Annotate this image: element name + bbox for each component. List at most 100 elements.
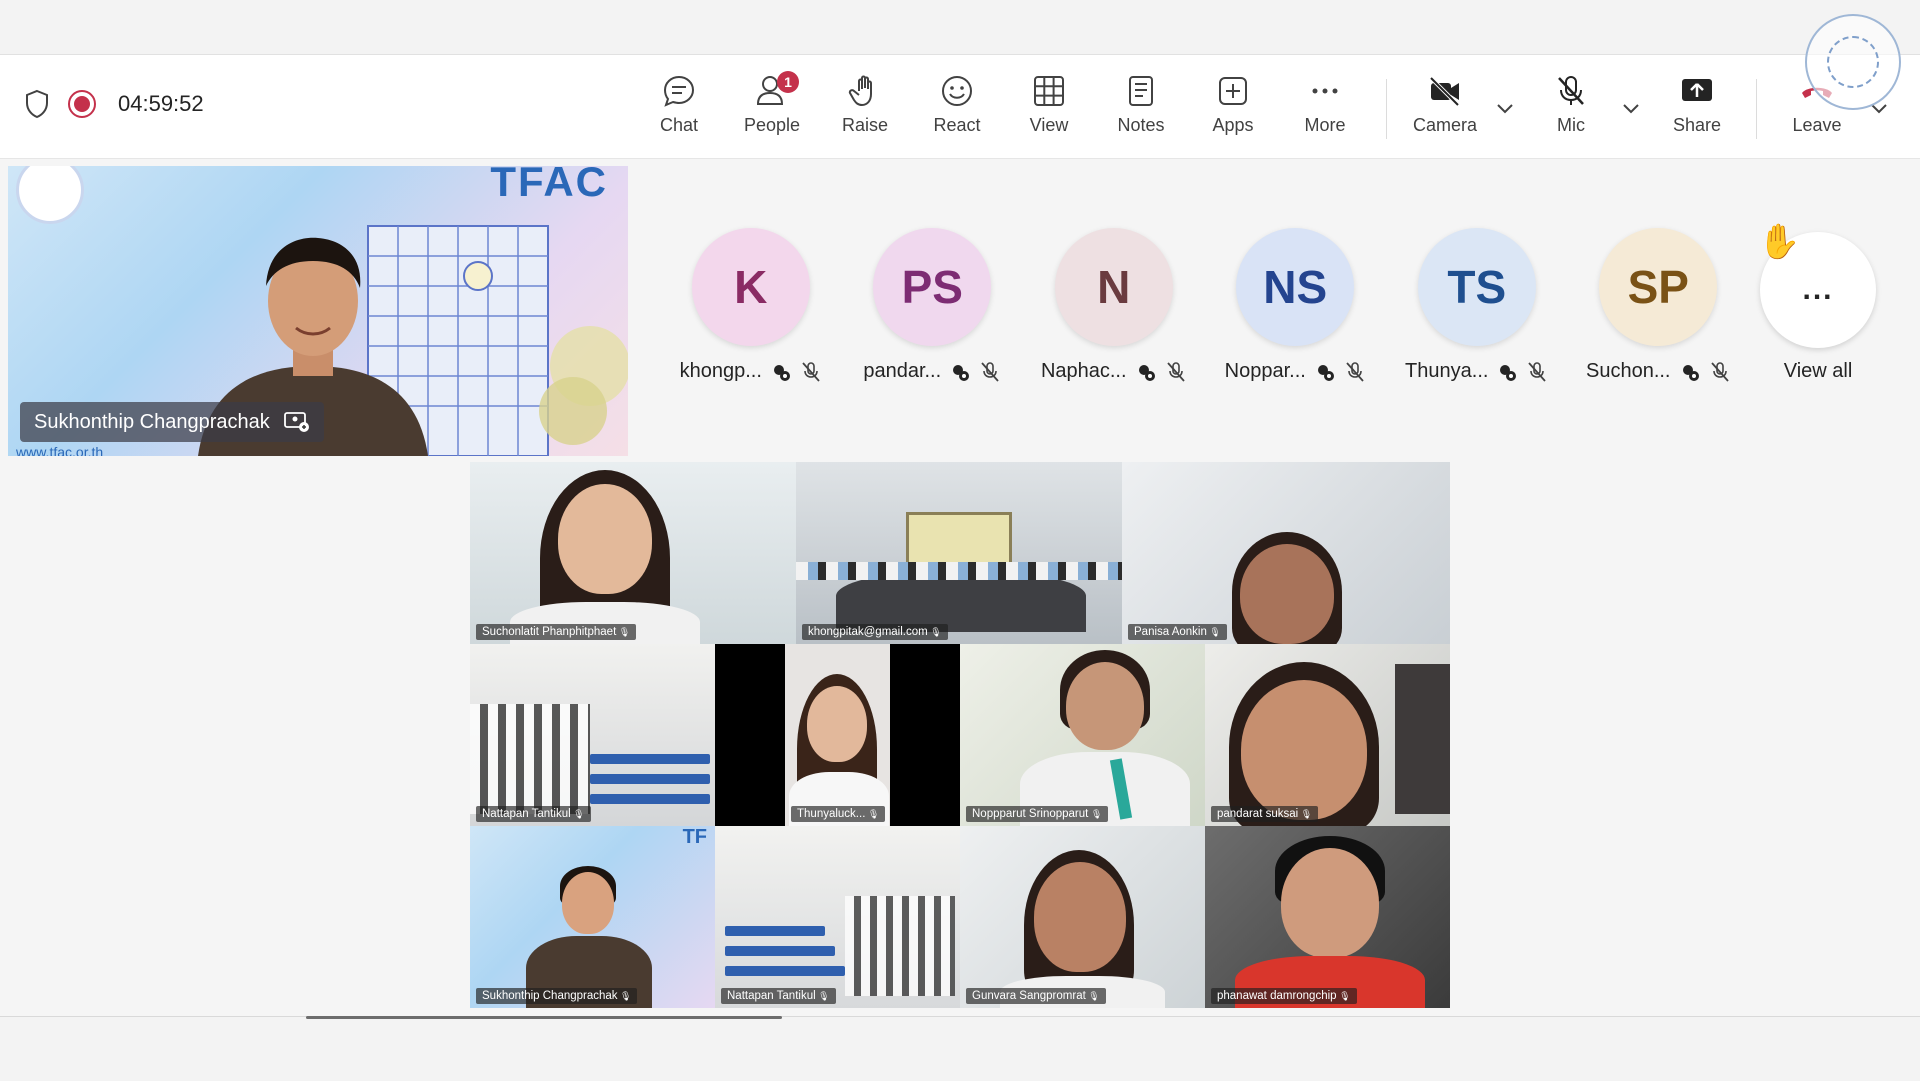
video-tile[interactable]: Nattapan Tantikul [715, 826, 960, 1008]
share-label: Share [1672, 115, 1722, 135]
tfac-logo [16, 166, 84, 224]
participant-card[interactable]: N Naphac... [1023, 228, 1205, 383]
participant-name: Noppar... [1224, 360, 1306, 382]
mic-muted-icon [1166, 361, 1185, 382]
view-all-label[interactable]: View all [1760, 360, 1876, 383]
toolbar-separator [1756, 79, 1757, 139]
speaker-name-tag: Sukhonthip Changprachak [20, 402, 324, 442]
participant-name: pandar... [863, 360, 942, 382]
video-tile[interactable]: Panisa Aonkin [1122, 462, 1450, 644]
notes-button[interactable]: Notes [1096, 73, 1186, 145]
active-speaker-video[interactable]: TFAC Sukhonthip Changprachak www.tfac.or… [8, 166, 628, 456]
participant-card[interactable]: SP Suchon... [1568, 228, 1750, 383]
participant-info: pandar... [863, 360, 1001, 383]
view-button[interactable]: View [1004, 73, 1094, 145]
camera-options-chevron-down-icon[interactable] [1492, 95, 1518, 121]
tile-name: pandarat suksai [1211, 806, 1319, 822]
organization-seal-logo [1805, 14, 1901, 110]
raise-hand-button[interactable]: Raise [820, 73, 910, 145]
tile-name: Gunvara Sangpromrat [966, 988, 1106, 1004]
screen-share-presenter-icon [283, 412, 309, 432]
more-dots-icon [1312, 88, 1338, 94]
camera-off-icon [1429, 76, 1460, 107]
participant-name: Naphac... [1040, 360, 1127, 382]
tile-name: phanawat damrongchip [1211, 988, 1357, 1004]
camera-off-small-icon [1317, 364, 1334, 381]
chat-label: Chat [659, 115, 699, 135]
participant-card[interactable]: TS Thunya... [1386, 228, 1568, 383]
raise-hand-icon [848, 75, 872, 106]
video-tile[interactable]: Gunvara Sangpromrat [960, 826, 1205, 1008]
meeting-gallery: Suchonlatit Phanphitphaet khongpitak@gma… [470, 462, 1450, 1008]
window-top-strip [0, 0, 1920, 55]
avatar: PS [873, 228, 992, 346]
mic-muted-icon [1710, 361, 1729, 382]
mic-muted-icon [981, 361, 999, 382]
video-tile[interactable]: Suchonlatit Phanphitphaet [470, 462, 796, 644]
camera-off-small-icon [773, 364, 790, 381]
banner-url: www.tfac.or.th [16, 444, 104, 456]
mic-button[interactable]: Mic [1526, 73, 1616, 145]
participant-name: Thunya... [1405, 360, 1489, 382]
meeting-toolbar: 04:59:52 Chat 1 People Raise React View … [0, 55, 1920, 159]
camera-off-small-icon [1682, 364, 1699, 381]
video-tile[interactable]: phanawat damrongchip [1205, 826, 1450, 1008]
avatar: SP [1599, 228, 1718, 346]
share-screen-icon [1682, 79, 1712, 101]
participant-info: Thunya... [1405, 360, 1548, 383]
video-tile[interactable]: Thunyaluck... [715, 644, 960, 826]
camera-label: Camera [1412, 115, 1478, 135]
people-button[interactable]: 1 People [727, 71, 817, 145]
mic-label: Mic [1557, 115, 1585, 135]
notes-label: Notes [1117, 115, 1165, 135]
video-tile[interactable]: khongpitak@gmail.com [796, 462, 1122, 644]
avatar: NS [1236, 228, 1355, 346]
people-label: People [743, 115, 801, 135]
participant-strip: K khongp... PS pandar... N Naphac... NS … [660, 228, 1749, 383]
participant-info: Suchon... [1586, 360, 1731, 383]
meeting-timer: 04:59:52 [118, 91, 204, 116]
tile-name: khongpitak@gmail.com [802, 624, 948, 640]
tile-name: Sukhonthip Changprachak [476, 988, 638, 1004]
participant-card[interactable]: PS pandar... [842, 228, 1024, 383]
shield-icon[interactable] [24, 89, 50, 119]
bottom-bar [0, 1016, 1920, 1081]
mic-muted-icon [802, 361, 820, 382]
participant-card[interactable]: NS Noppar... [1205, 228, 1387, 383]
notes-icon [1129, 76, 1153, 106]
mic-options-chevron-down-icon[interactable] [1618, 95, 1644, 121]
more-label: More [1304, 115, 1346, 135]
mic-muted-icon [1528, 361, 1547, 382]
video-tile[interactable]: Nattapan Tantikul [470, 644, 715, 826]
add-app-icon [1219, 77, 1247, 105]
tile-name: Thunyaluck... [791, 806, 886, 822]
toolbar-separator [1386, 79, 1387, 139]
avatar: N [1054, 228, 1173, 346]
share-button[interactable]: Share [1652, 73, 1742, 145]
tile-name: Noppparut Srinopparut [966, 806, 1109, 822]
react-button[interactable]: React [912, 73, 1002, 145]
tile-watermark: TF [682, 826, 707, 848]
leave-label: Leave [1792, 115, 1842, 135]
tile-name: Panisa Aonkin [1128, 624, 1227, 640]
avatar: TS [1417, 228, 1536, 346]
grid-view-icon [1034, 76, 1064, 106]
video-tile[interactable]: pandarat suksai [1205, 644, 1450, 826]
video-tile[interactable]: TF Sukhonthip Changprachak [470, 826, 715, 1008]
mic-muted-icon [1346, 361, 1364, 382]
video-tile[interactable]: Noppparut Srinopparut [960, 644, 1205, 826]
horizontal-scrollbar[interactable] [306, 1016, 782, 1019]
participant-info: khongp... [680, 360, 822, 383]
apps-button[interactable]: Apps [1188, 73, 1278, 145]
more-button[interactable]: More [1280, 73, 1370, 145]
participant-card[interactable]: K khongp... [660, 228, 842, 383]
chat-button[interactable]: Chat [634, 73, 724, 145]
camera-off-small-icon [1138, 364, 1155, 381]
raised-hand-icon: ✋ [1758, 223, 1801, 261]
recording-icon [68, 90, 96, 118]
speaker-name: Sukhonthip Changprachak [34, 410, 270, 433]
participant-info: Noppar... [1225, 360, 1366, 383]
react-label: React [933, 115, 981, 135]
chat-icon [663, 75, 695, 107]
camera-button[interactable]: Camera [1400, 73, 1490, 145]
